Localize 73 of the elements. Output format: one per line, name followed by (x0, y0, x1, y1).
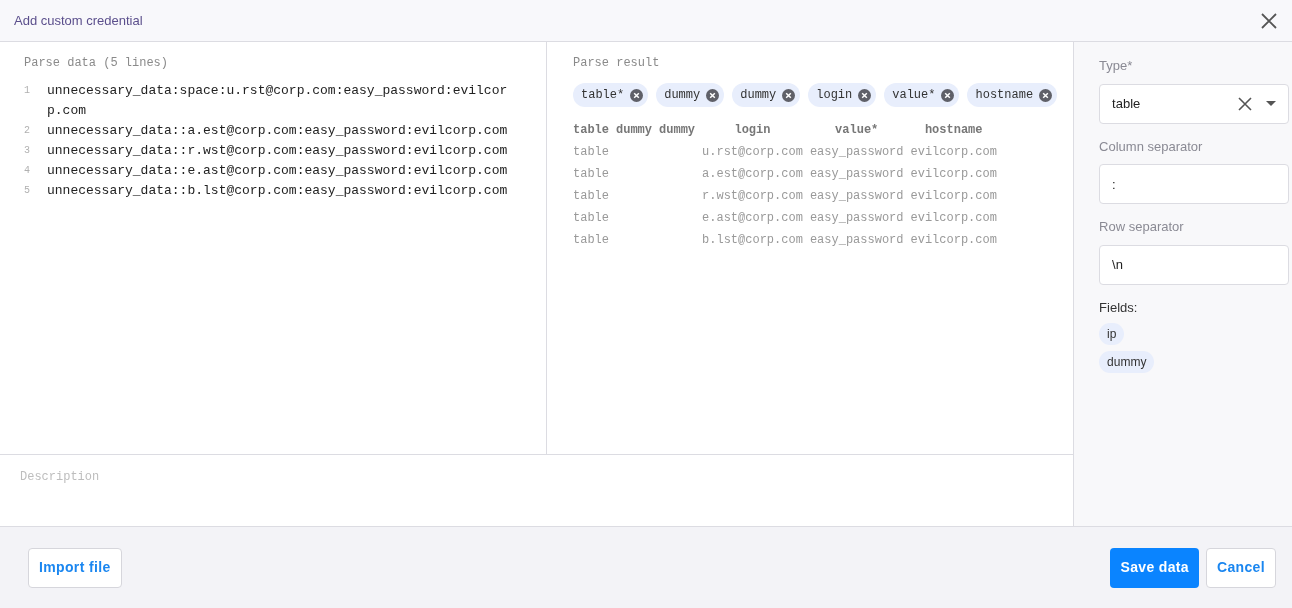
column-header: hostname (923, 122, 984, 139)
caret-icon[interactable] (1266, 101, 1277, 106)
save-data-button[interactable]: Save data (1110, 547, 1199, 588)
window-title: Add custom credential (14, 11, 143, 30)
table-cell: easy_password (809, 189, 904, 203)
type-select[interactable]: table (1099, 83, 1290, 124)
close-button[interactable] (1260, 11, 1278, 30)
table-cell: evilcorp.com (910, 189, 997, 203)
column-header: dummy (659, 122, 696, 139)
table-cell: b.lst@corp.com (702, 233, 803, 247)
chip-label: hostname (975, 87, 1034, 104)
table-cell: easy_password (809, 167, 904, 181)
column-header: login (733, 122, 772, 139)
field-chip: dummy (1099, 351, 1155, 373)
import-file-button[interactable]: Import file (28, 547, 122, 588)
code-line: unnecessary_data::b.lst@corp.com:easy_password:evilcorp.com (47, 182, 509, 200)
table-cell: evilcorp.com (910, 233, 997, 247)
code-line: unnecessary_data::e.ast@corp.com:easy_password:evilcorp.com (47, 162, 509, 180)
column-separator-field[interactable]: : (1099, 164, 1290, 204)
select-value: table (1112, 94, 1142, 113)
row-separator-label: Row separator (1099, 218, 1185, 236)
field-chip[interactable]: table* (573, 83, 649, 107)
fields-label: Fields: (1099, 298, 1138, 317)
clear-icon[interactable] (1238, 96, 1253, 111)
remove-icon[interactable] (1039, 88, 1053, 102)
table-cell: evilcorp.com (910, 211, 997, 225)
chip-label: dummy (740, 87, 777, 104)
table-cell: table (573, 189, 609, 203)
table-cell: easy_password (809, 211, 904, 225)
remove-icon[interactable] (941, 88, 955, 102)
code-line: unnecessary_data::a.est@corp.com:easy_password:evilcorp.com (47, 122, 509, 140)
line-number: 5 (24, 184, 31, 198)
panel-title: Parse data (5 lines) (24, 55, 170, 72)
chip-label: table* (581, 87, 625, 104)
remove-icon[interactable] (630, 88, 644, 102)
table-cell: table (573, 167, 609, 181)
remove-icon[interactable] (782, 88, 796, 102)
remove-icon[interactable] (706, 88, 720, 102)
panel-title: Parse result (573, 55, 661, 72)
type-label: Type* (1099, 57, 1134, 75)
table-cell: evilcorp.com (910, 145, 997, 159)
chip-label: value* (892, 87, 936, 104)
column-header: table (573, 122, 609, 139)
field-chip[interactable]: dummy (656, 83, 725, 107)
line-number: 4 (24, 164, 31, 178)
column-header: dummy (616, 122, 653, 139)
column-separator-label: Column separator (1099, 137, 1204, 156)
field-chip[interactable]: dummy (732, 83, 801, 107)
line-number: 1 (24, 84, 31, 98)
field-chip[interactable]: value* (884, 83, 960, 107)
field-chip: ip (1099, 323, 1125, 345)
column-header: value* (834, 122, 880, 139)
table-cell: a.est@corp.com (702, 167, 803, 181)
table-cell: easy_password (809, 145, 904, 159)
table-cell: e.ast@corp.com (702, 211, 803, 225)
table-cell: u.rst@corp.com (702, 145, 803, 159)
cancel-button[interactable]: Cancel (1206, 547, 1276, 588)
description-field[interactable]: Description (0, 455, 1074, 526)
table-cell: r.wst@corp.com (702, 189, 803, 203)
row-separator-field[interactable]: \n (1099, 244, 1290, 285)
chip-label: login (816, 87, 853, 104)
table-cell: easy_password (809, 233, 904, 247)
table-cell: table (573, 233, 609, 247)
chip-label: dummy (664, 87, 701, 104)
line-number: 3 (24, 144, 31, 158)
table-cell: table (573, 211, 609, 225)
line-number: 2 (24, 124, 31, 138)
code-line: unnecessary_data::r.wst@corp.com:easy_password:evilcorp.com (47, 142, 509, 160)
table-cell: table (573, 145, 609, 159)
field-chip[interactable]: hostname (967, 83, 1058, 107)
field-chip[interactable]: login (808, 83, 877, 107)
table-cell: evilcorp.com (910, 167, 997, 181)
remove-icon[interactable] (858, 88, 872, 102)
